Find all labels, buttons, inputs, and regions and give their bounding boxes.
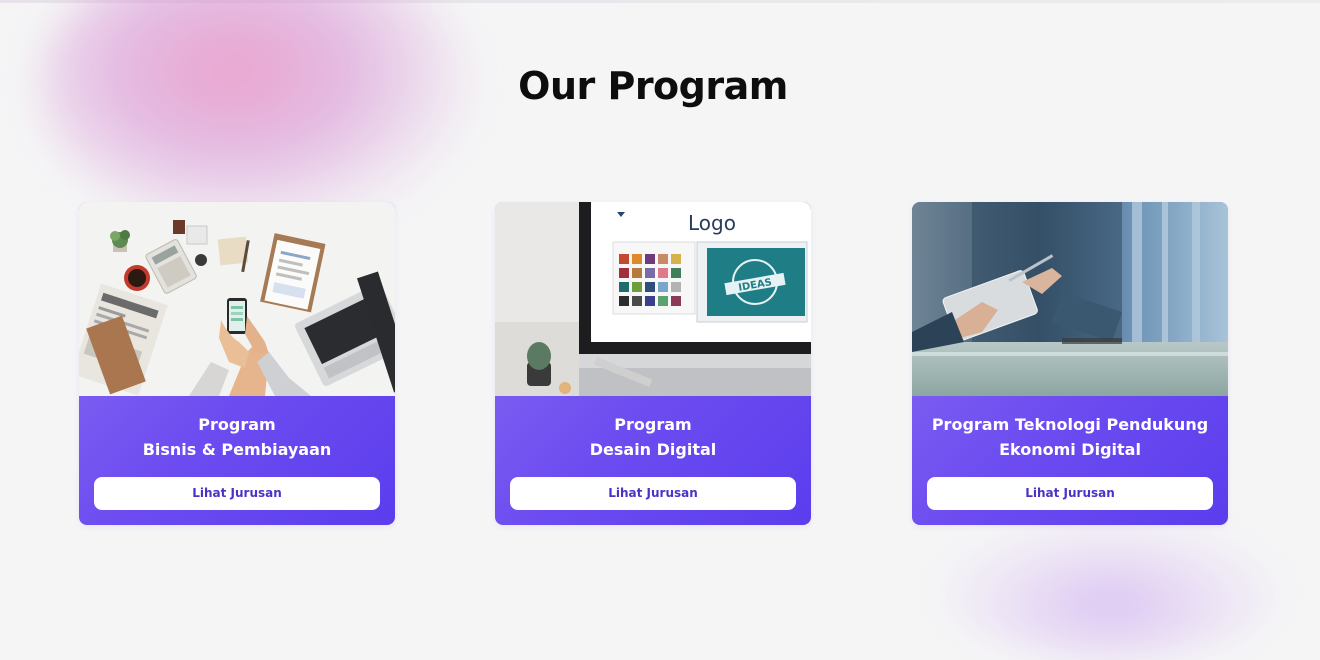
- program-image-teknologi: [912, 202, 1228, 396]
- program-card-desain: Logo IDEAS Program Desain Digital Lihat …: [495, 202, 811, 525]
- program-title-line2: Bisnis & Pembiayaan: [142, 440, 332, 459]
- program-card-teknologi: Program Teknologi Pendukung Ekonomi Digi…: [912, 202, 1228, 525]
- program-image-desain: Logo IDEAS: [495, 202, 811, 396]
- program-title-line2: Desain Digital: [589, 440, 717, 459]
- program-title: Program Teknologi Pendukung Ekonomi Digi…: [912, 412, 1228, 462]
- program-title-line1: Program: [198, 415, 276, 434]
- lihat-jurusan-button[interactable]: Lihat Jurusan: [927, 477, 1213, 510]
- program-title: Program Desain Digital: [495, 412, 811, 462]
- program-title: Program Bisnis & Pembiayaan: [79, 412, 395, 462]
- lihat-jurusan-button[interactable]: Lihat Jurusan: [94, 477, 380, 510]
- lihat-jurusan-button[interactable]: Lihat Jurusan: [510, 477, 796, 510]
- program-title-line1: Program: [614, 415, 692, 434]
- decorative-pink-blob: [40, 0, 470, 230]
- logo-text: Logo: [688, 211, 736, 235]
- program-card-bisnis: Program Bisnis & Pembiayaan Lihat Jurusa…: [79, 202, 395, 525]
- program-title-line1: Program Teknologi Pendukung: [931, 415, 1209, 434]
- program-title-line2: Ekonomi Digital: [999, 440, 1141, 459]
- section-title: Our Program: [518, 64, 788, 108]
- program-image-bisnis: [79, 202, 395, 396]
- decorative-purple-blob: [940, 520, 1280, 660]
